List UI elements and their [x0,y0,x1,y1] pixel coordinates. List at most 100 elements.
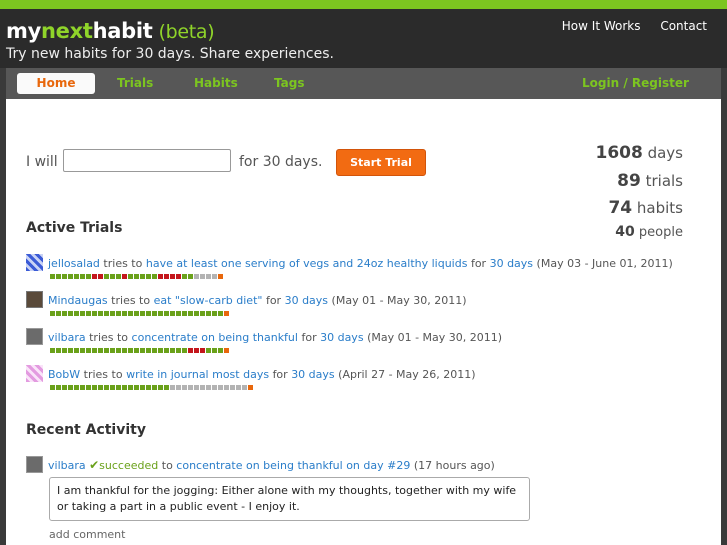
duration-link[interactable]: 30 days [291,368,334,381]
habit-link[interactable]: eat "slow-carb diet" [154,294,263,307]
progress-day [122,385,127,390]
habit-link[interactable]: write in journal most days [126,368,269,381]
stat-habits: 74 habits [608,198,683,218]
progress-day [206,385,211,390]
progress-day [188,385,193,390]
succeeded-label: succeeded [99,459,159,472]
how-it-works-link[interactable]: How It Works [562,19,641,33]
progress-day [212,274,217,279]
login-register-link[interactable]: Login / Register [582,76,689,90]
stat-trials: 89 trials [617,171,683,191]
activity-target-link[interactable]: concentrate on being thankful on day #29 [176,459,410,472]
for-30-days-label: for 30 days. [239,154,323,170]
avatar[interactable] [26,328,43,345]
progress-day [146,274,151,279]
tab-trials[interactable]: Trials [117,76,153,90]
progress-day [194,274,199,279]
progress-day [206,274,211,279]
duration-link[interactable]: 30 days [285,294,328,307]
progress-day [92,385,97,390]
progress-day [128,385,133,390]
progress-day [110,274,115,279]
progress-day [140,311,145,316]
progress-day [134,311,139,316]
progress-day [104,348,109,353]
user-link[interactable]: Mindaugas [48,294,108,307]
progress-day [224,348,229,353]
progress-day [146,311,151,316]
progress-day [68,348,73,353]
start-trial-button[interactable]: Start Trial [336,149,426,176]
progress-day [152,348,157,353]
progress-day [68,385,73,390]
progress-day [50,274,55,279]
habit-link[interactable]: have at least one serving of vegs and 24… [146,257,468,270]
progress-day [104,311,109,316]
progress-day [50,385,55,390]
progress-day [86,348,91,353]
progress-day [176,348,181,353]
site-logo[interactable]: mynexthabit (beta) [6,19,215,43]
active-trials-heading: Active Trials [26,220,123,236]
progress-day [218,274,223,279]
progress-day [74,274,79,279]
progress-day [164,311,169,316]
progress-day [110,348,115,353]
trial-row: Mindaugas tries to eat "slow-carb diet" … [26,291,467,308]
progress-day [170,311,175,316]
progress-day [98,274,103,279]
user-link[interactable]: jellosalad [48,257,100,270]
progress-day [92,311,97,316]
i-will-label: I will [26,154,58,170]
avatar[interactable] [26,456,43,473]
progress-day [194,348,199,353]
duration-link[interactable]: 30 days [320,331,363,344]
progress-day [50,311,55,316]
habit-input[interactable] [63,149,231,172]
activity-time: (17 hours ago) [413,459,495,472]
user-link[interactable]: BobW [48,368,80,381]
progress-day [152,274,157,279]
progress-day [56,274,61,279]
activity-item: vilbara ✔succeeded to concentrate on bei… [26,456,495,473]
progress-day [80,385,85,390]
progress-day [182,385,187,390]
progress-day [248,385,253,390]
habit-link[interactable]: concentrate on being thankful [132,331,298,344]
avatar[interactable] [26,254,43,271]
progress-day [74,385,79,390]
progress-day [116,385,121,390]
tab-tags[interactable]: Tags [274,76,304,90]
trial-row: jellosalad tries to have at least one se… [26,254,673,271]
tab-habits[interactable]: Habits [194,76,238,90]
progress-day [194,311,199,316]
contact-link[interactable]: Contact [660,19,707,33]
progress-day [86,385,91,390]
progress-day [212,311,217,316]
progress-day [164,348,169,353]
progress-day [200,385,205,390]
progress-day [224,385,229,390]
user-link[interactable]: vilbara [48,459,86,472]
user-link[interactable]: vilbara [48,331,86,344]
progress-day [104,274,109,279]
progress-day [56,348,61,353]
trial-row: vilbara tries to concentrate on being th… [26,328,502,345]
progress-day [68,274,73,279]
avatar[interactable] [26,365,43,382]
progress-day [230,385,235,390]
site-header: mynexthabit (beta) Try new habits for 30 … [0,9,727,68]
progress-day [194,385,199,390]
duration-link[interactable]: 30 days [490,257,533,270]
tab-home[interactable]: Home [17,73,95,94]
progress-day [152,385,157,390]
progress-day [206,311,211,316]
progress-bar [50,311,230,316]
progress-day [140,348,145,353]
avatar[interactable] [26,291,43,308]
trial-dates: (April 27 - May 26, 2011) [338,368,476,381]
progress-day [110,311,115,316]
progress-day [62,274,67,279]
progress-day [80,274,85,279]
add-comment-link[interactable]: add comment [49,528,125,541]
